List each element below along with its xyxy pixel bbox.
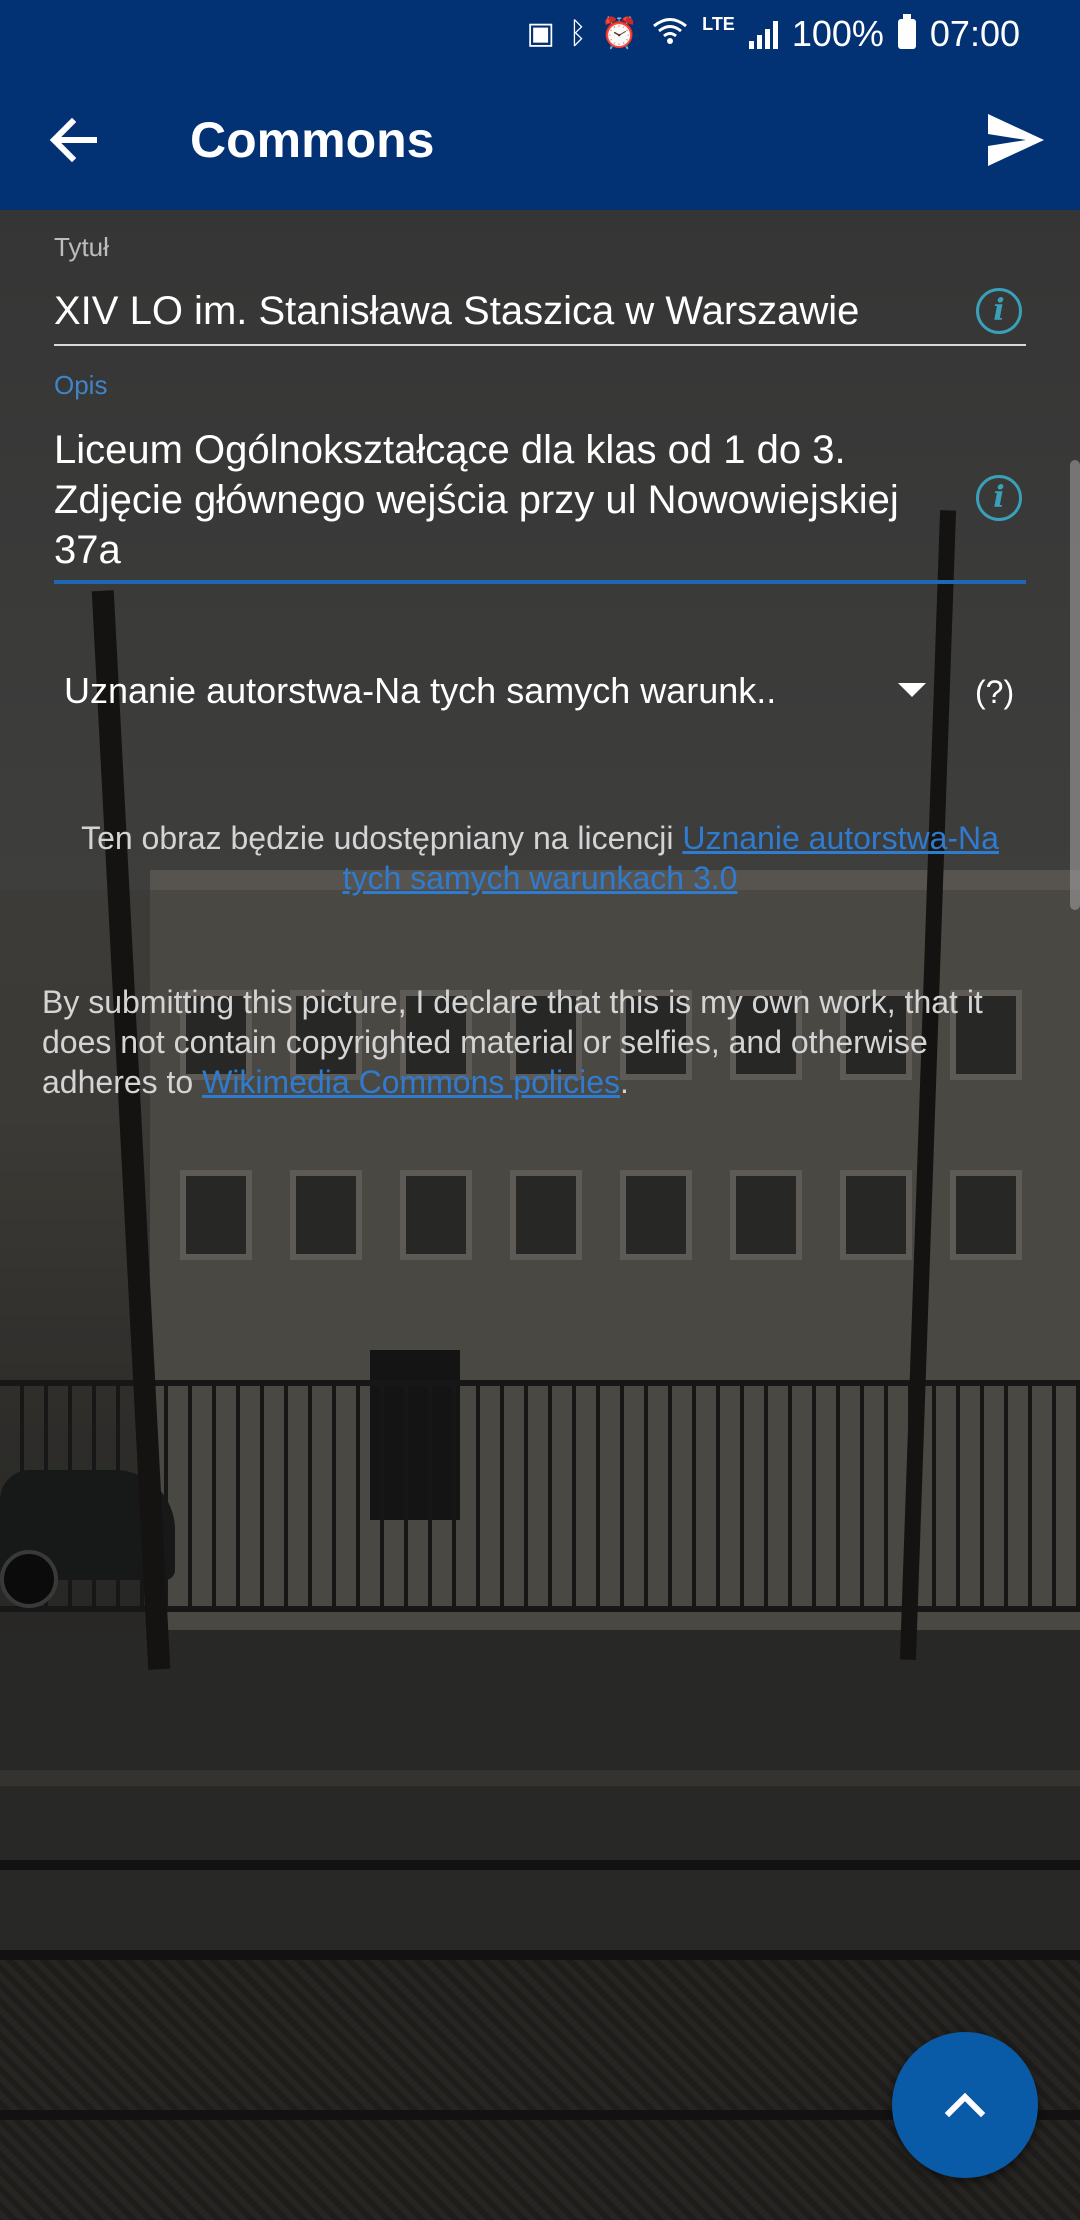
dropdown-arrow-icon[interactable]	[898, 683, 926, 697]
title-field-label: Tytuł	[54, 232, 109, 262]
chevron-up-icon	[944, 2092, 986, 2118]
battery-icon	[897, 14, 916, 49]
expand-button[interactable]	[892, 2032, 1038, 2178]
send-icon	[988, 114, 1044, 166]
battery-percent: 100%	[791, 13, 884, 54]
signal-icon	[748, 19, 778, 49]
alarm-icon: ⏰	[600, 17, 639, 50]
storage-icon: ▣	[526, 17, 555, 50]
page-title: Commons	[190, 112, 435, 168]
license-info-text: Ten obraz będzie udostępniany na licencj…	[60, 818, 1020, 898]
title-info-icon[interactable]: i	[976, 288, 1022, 334]
declaration-text: By submitting this picture, I declare th…	[42, 982, 1032, 1102]
title-input-underline	[54, 344, 1026, 346]
license-help-button[interactable]: (?)	[975, 672, 1014, 712]
clock: 07:00	[929, 13, 1020, 54]
description-info-icon[interactable]: i	[976, 475, 1022, 521]
license-info-prefix: Ten obraz będzie udostępniany na licencj…	[81, 820, 683, 856]
declaration-suffix: .	[620, 1064, 629, 1100]
scrollbar[interactable]	[1070, 460, 1080, 910]
description-field-label: Opis	[54, 370, 108, 400]
arrow-left-icon	[49, 117, 97, 163]
description-input-underline	[54, 580, 1026, 584]
send-button[interactable]	[984, 110, 1048, 170]
commons-policies-link[interactable]: Wikimedia Commons policies	[202, 1064, 620, 1100]
back-button[interactable]	[42, 108, 106, 172]
status-bar: ▣ ᛒ ⏰ LTE 100% 07:00	[0, 0, 1080, 68]
network-type-label: LTE	[702, 14, 735, 34]
wifi-icon	[652, 17, 688, 51]
app-bar: Commons	[0, 68, 1080, 210]
license-dropdown[interactable]: Uznanie autorstwa-Na tych samych warunk.…	[64, 665, 944, 717]
title-input[interactable]: XIV LO im. Stanisława Staszica w Warszaw…	[54, 286, 859, 336]
bluetooth-icon: ᛒ	[568, 17, 587, 50]
description-input[interactable]: Liceum Ogólnokształcące dla klas od 1 do…	[54, 425, 994, 575]
